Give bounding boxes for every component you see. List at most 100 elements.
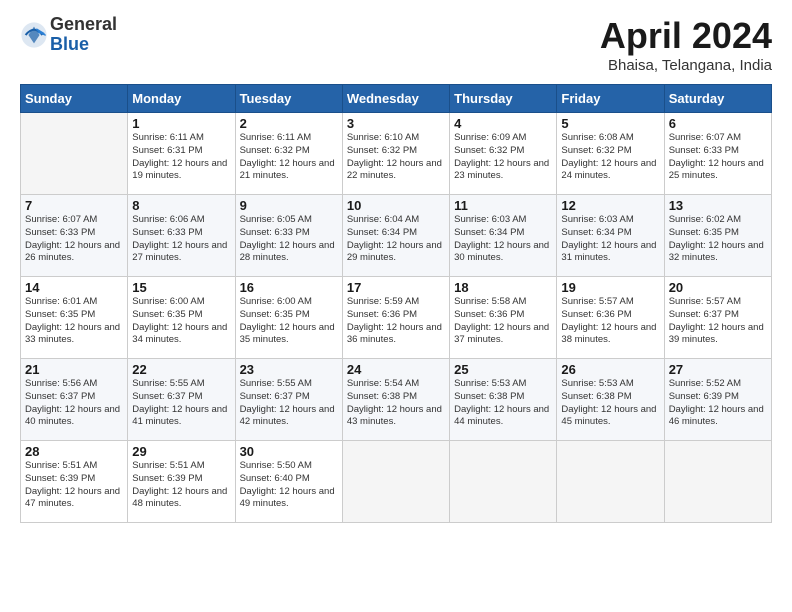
location: Bhaisa, Telangana, India <box>600 57 772 74</box>
col-wednesday: Wednesday <box>342 85 449 113</box>
day-info: Sunrise: 6:11 AMSunset: 6:31 PMDaylight:… <box>132 132 227 181</box>
day-number: 23 <box>240 362 338 377</box>
logo-blue: Blue <box>50 34 89 54</box>
day-info: Sunrise: 5:52 AMSunset: 6:39 PMDaylight:… <box>669 378 764 427</box>
day-cell: 22 Sunrise: 5:55 AMSunset: 6:37 PMDaylig… <box>128 359 235 441</box>
day-cell: 4 Sunrise: 6:09 AMSunset: 6:32 PMDayligh… <box>450 113 557 195</box>
day-cell: 9 Sunrise: 6:05 AMSunset: 6:33 PMDayligh… <box>235 195 342 277</box>
day-cell: 30 Sunrise: 5:50 AMSunset: 6:40 PMDaylig… <box>235 441 342 523</box>
day-info: Sunrise: 6:09 AMSunset: 6:32 PMDaylight:… <box>454 132 549 181</box>
day-cell: 10 Sunrise: 6:04 AMSunset: 6:34 PMDaylig… <box>342 195 449 277</box>
day-cell: 8 Sunrise: 6:06 AMSunset: 6:33 PMDayligh… <box>128 195 235 277</box>
day-cell: 5 Sunrise: 6:08 AMSunset: 6:32 PMDayligh… <box>557 113 664 195</box>
col-tuesday: Tuesday <box>235 85 342 113</box>
day-info: Sunrise: 5:54 AMSunset: 6:38 PMDaylight:… <box>347 378 442 427</box>
day-info: Sunrise: 5:50 AMSunset: 6:40 PMDaylight:… <box>240 460 335 509</box>
day-number: 25 <box>454 362 552 377</box>
day-cell: 29 Sunrise: 5:51 AMSunset: 6:39 PMDaylig… <box>128 441 235 523</box>
day-number: 24 <box>347 362 445 377</box>
week-row-1: 1 Sunrise: 6:11 AMSunset: 6:31 PMDayligh… <box>21 113 772 195</box>
day-number: 4 <box>454 116 552 131</box>
page-container: General Blue April 2024 Bhaisa, Telangan… <box>0 0 792 533</box>
day-number: 2 <box>240 116 338 131</box>
calendar-table: Sunday Monday Tuesday Wednesday Thursday… <box>20 84 772 523</box>
logo-text: General Blue <box>50 15 117 55</box>
day-info: Sunrise: 6:00 AMSunset: 6:35 PMDaylight:… <box>240 296 335 345</box>
day-info: Sunrise: 6:08 AMSunset: 6:32 PMDaylight:… <box>561 132 656 181</box>
day-info: Sunrise: 6:07 AMSunset: 6:33 PMDaylight:… <box>669 132 764 181</box>
day-info: Sunrise: 6:00 AMSunset: 6:35 PMDaylight:… <box>132 296 227 345</box>
day-number: 16 <box>240 280 338 295</box>
day-info: Sunrise: 5:58 AMSunset: 6:36 PMDaylight:… <box>454 296 549 345</box>
week-row-5: 28 Sunrise: 5:51 AMSunset: 6:39 PMDaylig… <box>21 441 772 523</box>
day-info: Sunrise: 5:57 AMSunset: 6:37 PMDaylight:… <box>669 296 764 345</box>
day-info: Sunrise: 5:55 AMSunset: 6:37 PMDaylight:… <box>240 378 335 427</box>
day-cell: 18 Sunrise: 5:58 AMSunset: 6:36 PMDaylig… <box>450 277 557 359</box>
col-sunday: Sunday <box>21 85 128 113</box>
day-number: 3 <box>347 116 445 131</box>
col-monday: Monday <box>128 85 235 113</box>
day-cell: 6 Sunrise: 6:07 AMSunset: 6:33 PMDayligh… <box>664 113 771 195</box>
day-info: Sunrise: 5:59 AMSunset: 6:36 PMDaylight:… <box>347 296 442 345</box>
day-cell: 28 Sunrise: 5:51 AMSunset: 6:39 PMDaylig… <box>21 441 128 523</box>
day-number: 17 <box>347 280 445 295</box>
month-title: April 2024 <box>600 15 772 57</box>
day-number: 21 <box>25 362 123 377</box>
day-number: 7 <box>25 198 123 213</box>
day-info: Sunrise: 6:06 AMSunset: 6:33 PMDaylight:… <box>132 214 227 263</box>
day-cell: 13 Sunrise: 6:02 AMSunset: 6:35 PMDaylig… <box>664 195 771 277</box>
day-info: Sunrise: 5:53 AMSunset: 6:38 PMDaylight:… <box>454 378 549 427</box>
day-info: Sunrise: 6:02 AMSunset: 6:35 PMDaylight:… <box>669 214 764 263</box>
day-number: 6 <box>669 116 767 131</box>
day-number: 27 <box>669 362 767 377</box>
day-cell: 15 Sunrise: 6:00 AMSunset: 6:35 PMDaylig… <box>128 277 235 359</box>
day-cell: 1 Sunrise: 6:11 AMSunset: 6:31 PMDayligh… <box>128 113 235 195</box>
day-info: Sunrise: 6:01 AMSunset: 6:35 PMDaylight:… <box>25 296 120 345</box>
day-cell: 20 Sunrise: 5:57 AMSunset: 6:37 PMDaylig… <box>664 277 771 359</box>
day-number: 10 <box>347 198 445 213</box>
day-number: 12 <box>561 198 659 213</box>
day-info: Sunrise: 5:51 AMSunset: 6:39 PMDaylight:… <box>132 460 227 509</box>
day-number: 30 <box>240 444 338 459</box>
day-info: Sunrise: 5:53 AMSunset: 6:38 PMDaylight:… <box>561 378 656 427</box>
day-number: 9 <box>240 198 338 213</box>
logo-icon <box>20 21 48 49</box>
day-cell: 21 Sunrise: 5:56 AMSunset: 6:37 PMDaylig… <box>21 359 128 441</box>
day-number: 5 <box>561 116 659 131</box>
col-friday: Friday <box>557 85 664 113</box>
day-cell: 27 Sunrise: 5:52 AMSunset: 6:39 PMDaylig… <box>664 359 771 441</box>
day-cell <box>450 441 557 523</box>
page-header: General Blue April 2024 Bhaisa, Telangan… <box>20 15 772 74</box>
day-number: 8 <box>132 198 230 213</box>
day-number: 15 <box>132 280 230 295</box>
week-row-2: 7 Sunrise: 6:07 AMSunset: 6:33 PMDayligh… <box>21 195 772 277</box>
day-info: Sunrise: 5:55 AMSunset: 6:37 PMDaylight:… <box>132 378 227 427</box>
day-info: Sunrise: 5:51 AMSunset: 6:39 PMDaylight:… <box>25 460 120 509</box>
day-number: 28 <box>25 444 123 459</box>
day-info: Sunrise: 5:56 AMSunset: 6:37 PMDaylight:… <box>25 378 120 427</box>
day-cell: 16 Sunrise: 6:00 AMSunset: 6:35 PMDaylig… <box>235 277 342 359</box>
logo-general: General <box>50 14 117 34</box>
day-info: Sunrise: 6:10 AMSunset: 6:32 PMDaylight:… <box>347 132 442 181</box>
day-cell <box>557 441 664 523</box>
day-number: 26 <box>561 362 659 377</box>
day-info: Sunrise: 5:57 AMSunset: 6:36 PMDaylight:… <box>561 296 656 345</box>
day-number: 22 <box>132 362 230 377</box>
day-cell: 24 Sunrise: 5:54 AMSunset: 6:38 PMDaylig… <box>342 359 449 441</box>
day-cell: 26 Sunrise: 5:53 AMSunset: 6:38 PMDaylig… <box>557 359 664 441</box>
week-row-4: 21 Sunrise: 5:56 AMSunset: 6:37 PMDaylig… <box>21 359 772 441</box>
day-cell: 19 Sunrise: 5:57 AMSunset: 6:36 PMDaylig… <box>557 277 664 359</box>
day-cell: 23 Sunrise: 5:55 AMSunset: 6:37 PMDaylig… <box>235 359 342 441</box>
day-number: 11 <box>454 198 552 213</box>
week-row-3: 14 Sunrise: 6:01 AMSunset: 6:35 PMDaylig… <box>21 277 772 359</box>
logo: General Blue <box>20 15 117 55</box>
day-info: Sunrise: 6:05 AMSunset: 6:33 PMDaylight:… <box>240 214 335 263</box>
day-cell <box>664 441 771 523</box>
day-info: Sunrise: 6:03 AMSunset: 6:34 PMDaylight:… <box>561 214 656 263</box>
day-number: 19 <box>561 280 659 295</box>
day-number: 20 <box>669 280 767 295</box>
day-info: Sunrise: 6:04 AMSunset: 6:34 PMDaylight:… <box>347 214 442 263</box>
day-info: Sunrise: 6:11 AMSunset: 6:32 PMDaylight:… <box>240 132 335 181</box>
day-number: 13 <box>669 198 767 213</box>
day-cell: 7 Sunrise: 6:07 AMSunset: 6:33 PMDayligh… <box>21 195 128 277</box>
